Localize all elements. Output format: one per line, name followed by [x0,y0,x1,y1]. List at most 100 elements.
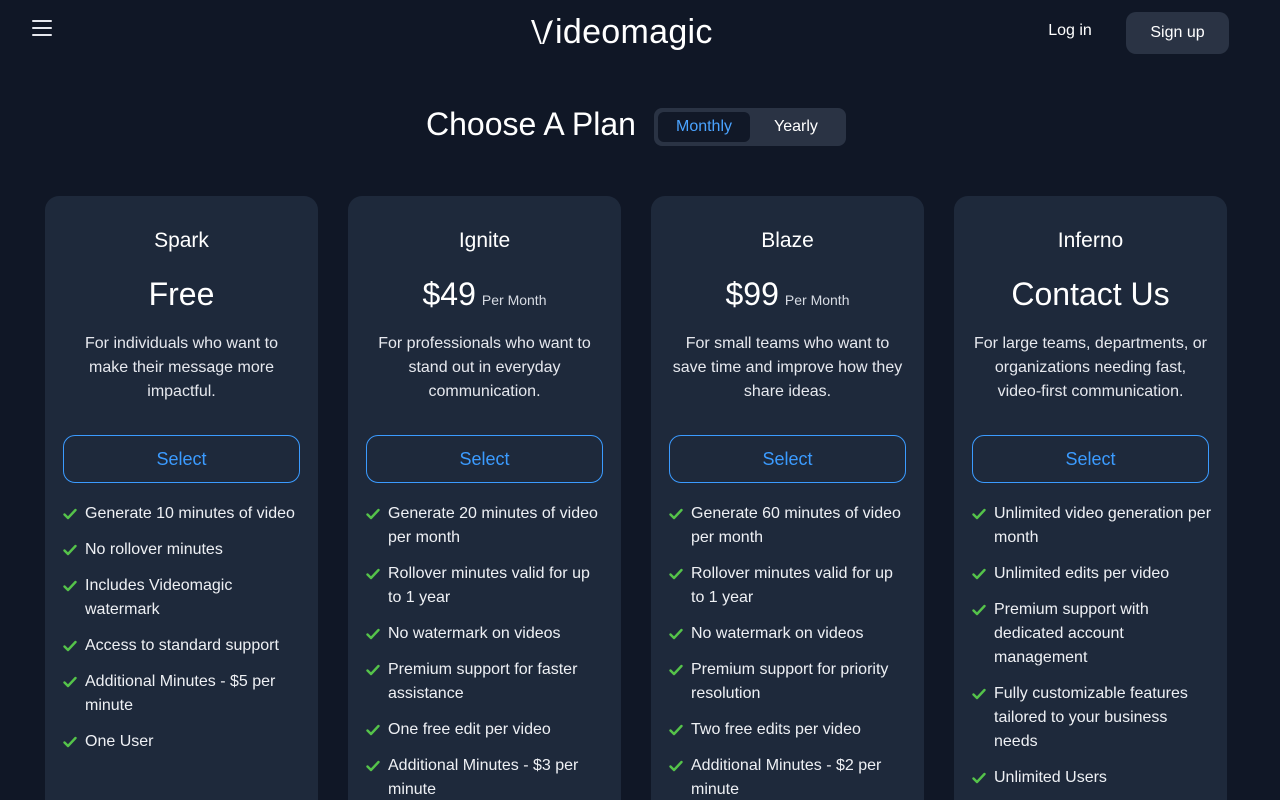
checkmark-icon [366,760,380,772]
plan-card-ignite: Ignite $49 Per Month For professionals who … [348,196,621,800]
hamburger-menu-icon[interactable] [32,20,54,38]
checkmark-icon [366,664,380,676]
feature-item: No watermark on videos [366,622,606,646]
feature-item: Premium support for priority resolution [669,658,909,706]
plan-description: For large teams, departments, or organiz… [974,335,1207,400]
feature-text: One User [85,733,154,750]
plan-price: $49 Per Month [348,276,621,313]
feature-text: Unlimited edits per video [994,565,1170,582]
price-amount: Free [148,276,215,312]
checkmark-icon [669,508,683,520]
feature-item: Additional Minutes - $2 per minute [669,754,909,800]
select-plan-button[interactable]: Select [669,435,906,483]
checkmark-icon [972,772,986,784]
feature-text: Generate 10 minutes of video [85,505,295,522]
feature-text: Premium support with dedicated account m… [994,601,1149,666]
plan-card-blaze: Blaze $99 Per Month For small teams who wan… [651,196,924,800]
billing-period-toggle: Monthly Yearly [654,108,846,146]
feature-item: Includes Videomagic watermark [63,574,303,622]
checkmark-icon [63,640,77,652]
feature-text: Premium support for priority resolution [691,661,889,702]
feature-text: No watermark on videos [691,625,864,642]
checkmark-icon [63,544,77,556]
checkmark-icon [669,724,683,736]
login-link[interactable]: Log in [1036,22,1104,46]
feature-item: Unlimited Users [972,766,1212,790]
feature-text: Rollover minutes valid for up to 1 year [691,565,893,606]
feature-item: Premium support for faster assistance [366,658,606,706]
checkmark-icon [63,580,77,592]
checkmark-icon [366,724,380,736]
toggle-yearly[interactable]: Yearly [750,112,842,142]
feature-item: One free edit per video [366,718,606,742]
feature-item: Fully customizable features tailored to … [972,682,1212,754]
plan-description: For professionals who want to stand out … [378,335,591,400]
logo-text: ideomagic [555,12,713,51]
select-plan-button[interactable]: Select [63,435,300,483]
feature-item: Generate 60 minutes of video per month [669,502,909,550]
checkmark-icon [366,628,380,640]
checkmark-icon [366,508,380,520]
checkmark-icon [669,664,683,676]
feature-text: One free edit per video [388,721,551,738]
toggle-monthly[interactable]: Monthly [658,112,750,142]
feature-item: Unlimited edits per video [972,562,1212,586]
feature-text: Rollover minutes valid for up to 1 year [388,565,590,606]
plan-name: Ignite [458,229,511,252]
signup-button[interactable]: Sign up [1126,12,1229,54]
feature-text: Additional Minutes - $2 per minute [691,757,882,798]
feature-text: Generate 60 minutes of video per month [691,505,901,546]
plan-price: Contact Us [954,276,1227,313]
feature-item: Two free edits per video [669,718,909,742]
feature-text: Two free edits per video [691,721,861,738]
feature-item: No rollover minutes [63,538,303,562]
videomagic-logo[interactable]: ideomagic [530,12,713,52]
select-plan-button[interactable]: Select [972,435,1209,483]
plan-description: For small teams who want to save time an… [672,335,903,400]
feature-item: Premium support with dedicated account m… [972,598,1212,670]
checkmark-icon [669,628,683,640]
feature-list: Generate 10 minutes of video No rollover … [63,502,303,766]
feature-text: Additional Minutes - $5 per minute [85,673,276,714]
feature-list: Generate 20 minutes of video per month Ro… [366,502,606,800]
price-amount: Contact Us [1011,276,1170,312]
feature-item: Generate 10 minutes of video [63,502,303,526]
logo-v-mark-icon [531,20,553,44]
feature-text: Additional Minutes - $3 per minute [388,757,579,798]
feature-list: Generate 60 minutes of video per month Ro… [669,502,909,800]
pricing-page: ideomagic Log in Sign up Choose A Plan M… [0,0,1280,800]
checkmark-icon [669,568,683,580]
feature-text: Unlimited video generation per month [994,505,1212,546]
select-plan-button[interactable]: Select [366,435,603,483]
feature-text: Unlimited Users [994,769,1107,786]
feature-item: No watermark on videos [669,622,909,646]
feature-item: Additional Minutes - $5 per minute [63,670,303,718]
plan-name: Inferno [1057,229,1124,252]
plan-name: Blaze [761,229,814,252]
plan-name: Spark [154,229,209,252]
plan-description: For individuals who want to make their m… [85,335,278,400]
price-amount: $99 [725,276,779,312]
feature-text: Premium support for faster assistance [388,661,578,702]
feature-item: Additional Minutes - $3 per minute [366,754,606,800]
plan-card-inferno: Inferno Contact Us For large teams, depart… [954,196,1227,800]
feature-list: Unlimited video generation per month Unli… [972,502,1212,800]
checkmark-icon [972,688,986,700]
price-period: Per Month [784,292,850,308]
checkmark-icon [972,508,986,520]
plan-price: $99 Per Month [651,276,924,313]
plan-price: Free [45,276,318,313]
feature-item: One User [63,730,303,754]
feature-text: No rollover minutes [85,541,223,558]
feature-text: Generate 20 minutes of video per month [388,505,598,546]
page-title: Choose A Plan [426,106,636,142]
checkmark-icon [63,508,77,520]
checkmark-icon [972,604,986,616]
feature-item: Rollover minutes valid for up to 1 year [669,562,909,610]
price-amount: $49 [422,276,476,312]
top-header: ideomagic Log in Sign up [0,0,1270,66]
feature-text: Fully customizable features tailored to … [994,685,1188,750]
feature-text: Access to standard support [85,637,279,654]
feature-item: Unlimited video generation per month [972,502,1212,550]
feature-item: Generate 20 minutes of video per month [366,502,606,550]
